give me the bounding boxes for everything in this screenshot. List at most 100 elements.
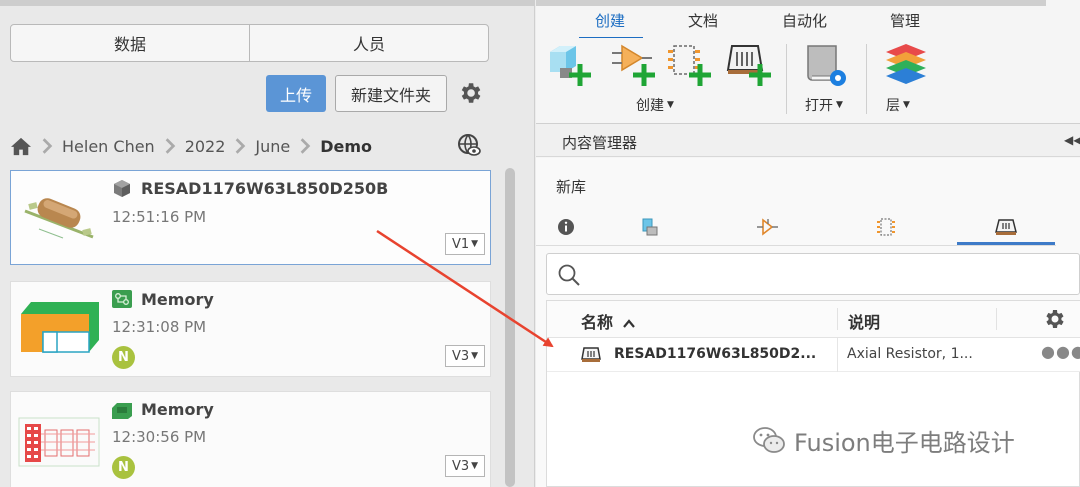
layers-menu[interactable]: 层 ▼ — [886, 95, 910, 115]
tab-create[interactable]: 创建 — [595, 10, 625, 31]
new-3d-package-icon[interactable] — [546, 42, 594, 88]
search-icon — [558, 264, 580, 286]
item-time: 12:30:56 PM — [112, 428, 207, 446]
active-tab-indicator — [957, 242, 1055, 245]
breadcrumb-month[interactable]: June — [255, 137, 290, 156]
collapse-icon[interactable]: ◀◀ — [1064, 133, 1080, 147]
data-people-switch: 数据 人员 — [10, 24, 489, 62]
list-item[interactable]: Memory 12:30:56 PM N V3 ▼ — [10, 391, 491, 487]
version-select[interactable]: V3 ▼ — [445, 455, 485, 477]
create-group-menu[interactable]: 创建 ▼ — [636, 95, 674, 115]
footprint-tab-icon[interactable] — [874, 216, 898, 238]
gear-icon[interactable] — [1042, 307, 1066, 331]
chevron-down-icon: ▼ — [836, 100, 843, 110]
data-panel: 数据 人员 上传 新建文件夹 Helen Chen 2022 June Demo — [0, 0, 535, 487]
open-label: 打开 — [805, 98, 833, 114]
library-name: 新库 — [556, 178, 587, 196]
search-input[interactable] — [546, 253, 1080, 295]
ribbon-toolbar: 创建 ▼ 打开 ▼ 层 ▼ — [536, 38, 1080, 124]
open-menu[interactable]: 打开 ▼ — [805, 95, 843, 115]
new-badge: N — [112, 346, 135, 369]
new-symbol-icon[interactable] — [610, 42, 658, 88]
item-title: RESAD1176W63L850D250B — [141, 179, 389, 198]
table-row[interactable]: RESAD1176W63L850D2... Axial Resistor, 1.… — [547, 338, 1080, 372]
tab-data[interactable]: 数据 — [11, 25, 249, 61]
column-divider[interactable] — [996, 308, 997, 330]
version-label: V1 — [451, 236, 470, 252]
sort-up-icon — [622, 318, 635, 328]
package-icon — [581, 347, 601, 362]
column-divider — [837, 338, 838, 372]
version-label: V3 — [451, 458, 470, 474]
package-tab-icon[interactable] — [994, 216, 1018, 238]
open-library-icon[interactable] — [802, 42, 850, 88]
list-item[interactable]: Memory 12:31:08 PM N V3 ▼ — [10, 281, 491, 377]
watermark: Fusion电子电路设计 — [752, 420, 1015, 460]
board-icon — [112, 403, 132, 419]
app-window: 数据 人员 上传 新建文件夹 Helen Chen 2022 June Demo — [0, 0, 1080, 487]
new-badge: N — [112, 456, 135, 479]
upload-button[interactable]: 上传 — [266, 75, 326, 112]
tab-document[interactable]: 文档 — [688, 10, 718, 31]
tab-divider — [536, 245, 1056, 246]
more-icon[interactable]: ●●● — [1041, 342, 1080, 361]
table-header: 名称 说明 — [547, 301, 1080, 338]
info-icon[interactable] — [554, 216, 578, 238]
item-title: Memory — [141, 290, 214, 309]
chevron-right-icon — [42, 138, 53, 154]
column-name-label: 名称 — [581, 313, 614, 332]
tab-people[interactable]: 人员 — [249, 25, 488, 61]
chevron-down-icon: ▼ — [667, 100, 674, 110]
symbol-tab-icon[interactable] — [755, 216, 779, 238]
new-footprint-icon[interactable] — [666, 42, 714, 88]
pcb-icon — [112, 290, 132, 308]
list-item[interactable]: RESAD1176W63L850D250B 12:51:16 PM V1 ▼ — [10, 170, 491, 265]
content-manager-header: 内容管理器 ◀◀ — [536, 124, 1080, 157]
chevron-down-icon: ▼ — [471, 351, 479, 361]
tab-automation[interactable]: 自动化 — [782, 10, 827, 31]
tab-manage[interactable]: 管理 — [890, 10, 920, 31]
chevron-down-icon: ▼ — [471, 239, 479, 249]
package-name: RESAD1176W63L850D2... — [614, 346, 817, 362]
breadcrumb-user[interactable]: Helen Chen — [62, 137, 155, 156]
chevron-right-icon — [236, 138, 246, 154]
chevron-down-icon: ▼ — [471, 461, 479, 471]
package-description: Axial Resistor, 1... — [847, 346, 973, 362]
column-divider[interactable] — [837, 308, 838, 330]
ribbon-tabs: 创建 文档 自动化 管理 — [536, 8, 1080, 40]
home-icon[interactable] — [10, 136, 32, 156]
ribbon-separator — [786, 44, 787, 114]
ribbon-separator — [866, 44, 867, 114]
watermark-text: Fusion电子电路设计 — [794, 428, 1015, 457]
panel-top-strip — [0, 0, 535, 6]
new-folder-button[interactable]: 新建文件夹 — [335, 75, 447, 112]
resistor-thumbnail — [24, 198, 94, 239]
version-label: V3 — [451, 348, 470, 364]
chevron-down-icon: ▼ — [903, 100, 910, 110]
item-time: 12:51:16 PM — [112, 208, 207, 226]
breadcrumb-year[interactable]: 2022 — [185, 137, 226, 156]
layers-icon[interactable] — [882, 42, 930, 88]
layers-label: 层 — [886, 98, 900, 114]
footprint-thumbnail — [21, 302, 99, 353]
create-group-label: 创建 — [636, 98, 664, 114]
chevron-right-icon — [165, 138, 175, 154]
column-name-header[interactable]: 名称 — [581, 309, 636, 333]
breadcrumb: Helen Chen 2022 June Demo — [10, 133, 372, 159]
library-editor: 创建 文档 自动化 管理 创建 ▼ 打开 ▼ 层 ▼ 内容管理器 ◀◀ 新库 名… — [536, 0, 1080, 487]
globe-eye-icon[interactable] — [457, 133, 481, 157]
footprint-thumbnail — [18, 417, 100, 467]
ribbon-top-strip — [536, 0, 1046, 6]
scrollbar-thumb[interactable] — [505, 168, 515, 487]
chevron-right-icon — [300, 138, 311, 154]
item-title: Memory — [141, 400, 214, 419]
item-time: 12:31:08 PM — [112, 318, 207, 336]
3d-package-tab-icon[interactable] — [638, 216, 662, 238]
version-select[interactable]: V1 ▼ — [445, 233, 485, 255]
version-select[interactable]: V3 ▼ — [445, 345, 485, 367]
content-manager-title: 内容管理器 — [562, 134, 638, 152]
column-description-header[interactable]: 说明 — [848, 309, 880, 333]
package-3d-icon — [114, 180, 130, 197]
gear-icon[interactable] — [457, 80, 483, 106]
new-package-icon[interactable] — [724, 42, 772, 88]
